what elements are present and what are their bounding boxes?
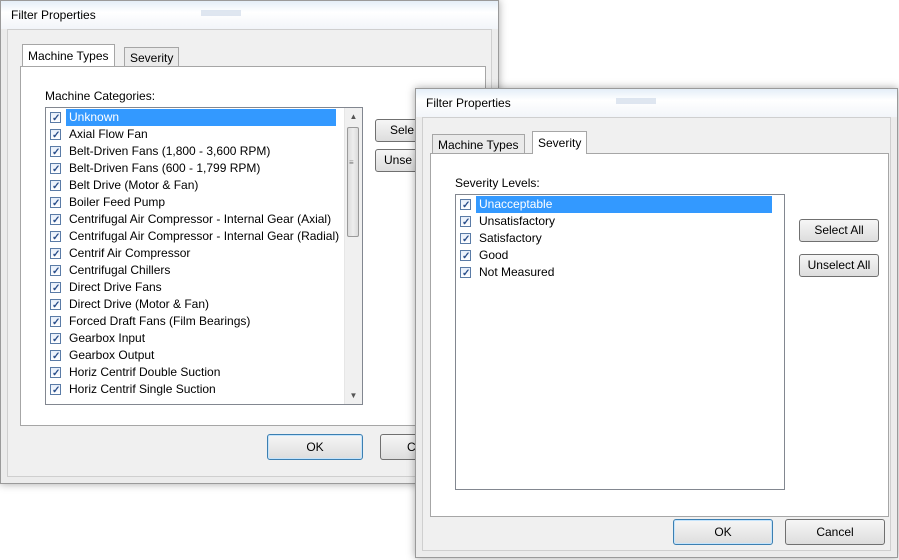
checkbox[interactable] — [50, 297, 61, 314]
tab-machine-types[interactable]: Machine Types — [22, 44, 115, 66]
list-item-label: Gearbox Input — [69, 331, 146, 345]
list-item-label: Belt-Driven Fans (1,800 - 3,600 RPM) — [69, 144, 271, 158]
list-item-label: Centrif Air Compressor — [69, 246, 191, 260]
checkbox[interactable] — [50, 331, 61, 348]
checkbox[interactable] — [50, 246, 61, 263]
list-item-label: Gearbox Output — [69, 348, 155, 362]
title-bar-ghost — [616, 98, 656, 104]
list-item-label: Belt Drive (Motor & Fan) — [69, 178, 199, 192]
list-item-label: Boiler Feed Pump — [69, 195, 166, 209]
ok-button[interactable]: OK — [673, 519, 773, 545]
title-bar[interactable]: Filter Properties — [1, 1, 498, 29]
checkbox[interactable] — [460, 265, 471, 282]
dialog-body: Machine Types Severity Severity Levels: … — [422, 117, 891, 551]
checkbox[interactable] — [50, 229, 61, 246]
checkbox[interactable] — [460, 231, 471, 248]
checkbox[interactable] — [50, 110, 61, 127]
scroll-down-arrow-icon[interactable]: ▼ — [345, 387, 362, 404]
tab-panel-severity: Severity Levels: UnacceptableUnsatisfact… — [430, 153, 889, 517]
checkbox[interactable] — [50, 365, 61, 382]
tab-severity[interactable]: Severity — [532, 131, 588, 154]
checkbox[interactable] — [460, 197, 471, 214]
checkbox[interactable] — [460, 214, 471, 231]
checkbox[interactable] — [50, 280, 61, 297]
checkbox[interactable] — [50, 382, 61, 399]
title-bar-ghost — [201, 10, 241, 16]
machine-categories-label: Machine Categories: — [45, 89, 156, 103]
dialog-title: Filter Properties — [426, 96, 511, 110]
filter-properties-dialog-severity: Filter Properties Machine Types Severity… — [415, 88, 898, 558]
checkbox[interactable] — [50, 161, 61, 178]
title-bar[interactable]: Filter Properties — [416, 89, 897, 117]
list-item-label: Centrifugal Air Compressor - Internal Ge… — [69, 229, 340, 243]
severity-levels-label: Severity Levels: — [455, 176, 540, 190]
cancel-button[interactable]: Cancel — [785, 519, 885, 545]
scroll-up-arrow-icon[interactable]: ▲ — [345, 108, 362, 125]
checkbox[interactable] — [50, 178, 61, 195]
list-item-label: Centrifugal Chillers — [69, 263, 171, 277]
list-item-label: Satisfactory — [479, 231, 542, 245]
list-item-label: Unknown — [66, 109, 336, 126]
list-scrollbar[interactable]: ▲ ≡ ▼ — [344, 108, 362, 404]
checkbox[interactable] — [460, 248, 471, 265]
checkbox[interactable] — [50, 348, 61, 365]
list-item-label: Unsatisfactory — [479, 214, 556, 228]
severity-levels-list[interactable]: UnacceptableUnsatisfactory Satisfactory Go… — [455, 194, 785, 490]
checkbox[interactable] — [50, 263, 61, 280]
list-item-label: Axial Flow Fan — [69, 127, 148, 141]
scrollbar-grip-icon: ≡ — [349, 158, 354, 167]
list-item-label: Forced Draft Fans (Film Bearings) — [69, 314, 251, 328]
checkbox[interactable] — [50, 314, 61, 331]
dialog-title: Filter Properties — [11, 8, 96, 22]
list-item-label: Belt-Driven Fans (600 - 1,799 RPM) — [69, 161, 261, 175]
list-item-label: Not Measured — [479, 265, 555, 279]
machine-categories-list[interactable]: UnknownAxial Flow Fan Belt-Driven Fans (1… — [45, 107, 363, 405]
select-all-button[interactable]: Select All — [799, 219, 879, 242]
list-item-label: Unacceptable — [476, 196, 772, 213]
scrollbar-thumb[interactable] — [347, 127, 359, 237]
unselect-all-button[interactable]: Unselect All — [799, 254, 879, 277]
list-item-label: Good — [479, 248, 509, 262]
ok-button[interactable]: OK — [267, 434, 363, 460]
list-item-label: Direct Drive Fans — [69, 280, 162, 294]
list-item-label: Horiz Centrif Single Suction — [69, 382, 216, 396]
list-item-label: Horiz Centrif Double Suction — [69, 365, 221, 379]
list-item-label: Direct Drive (Motor & Fan) — [69, 297, 210, 311]
tab-machine-types[interactable]: Machine Types — [432, 134, 525, 154]
checkbox[interactable] — [50, 127, 61, 144]
list-item-label: Centrifugal Air Compressor - Internal Ge… — [69, 212, 332, 226]
checkbox[interactable] — [50, 144, 61, 161]
checkbox[interactable] — [50, 212, 61, 229]
tab-severity[interactable]: Severity — [124, 47, 180, 67]
checkbox[interactable] — [50, 195, 61, 212]
